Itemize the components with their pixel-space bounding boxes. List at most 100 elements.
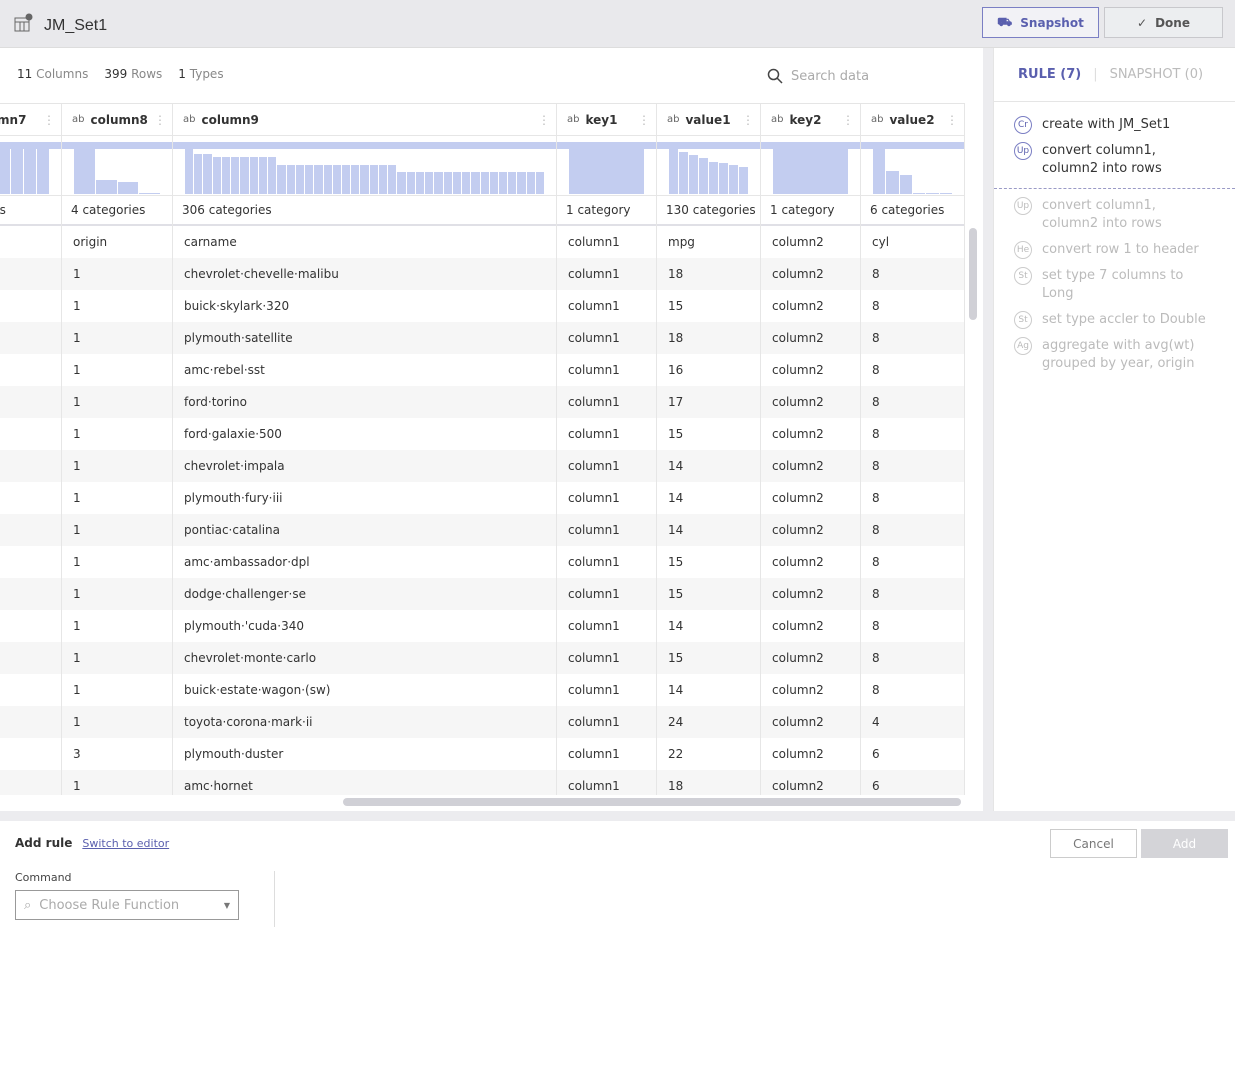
table-cell[interactable]: [0, 706, 61, 738]
column-menu-icon[interactable]: ⋮: [538, 113, 550, 127]
histogram-bar[interactable]: [305, 164, 314, 194]
command-select[interactable]: ⌕ Choose Rule Function ▼: [15, 890, 239, 920]
table-cell[interactable]: column2: [761, 450, 860, 482]
table-cell[interactable]: 3: [62, 738, 172, 770]
vertical-scrollbar[interactable]: [969, 228, 977, 320]
table-cell[interactable]: 15: [657, 418, 760, 450]
histogram-bar[interactable]: [360, 164, 369, 194]
switch-to-editor-link[interactable]: Switch to editor: [82, 837, 169, 850]
histogram-bar[interactable]: [221, 157, 231, 194]
search-input[interactable]: Search data: [767, 68, 869, 84]
table-cell[interactable]: 14: [657, 674, 760, 706]
histogram-bar[interactable]: [912, 192, 926, 194]
table-cell[interactable]: column1: [557, 258, 656, 290]
table-cell[interactable]: 14: [657, 610, 760, 642]
rule-item[interactable]: St set type 7 columns to Long: [994, 267, 1235, 303]
table-cell[interactable]: cyl: [861, 226, 964, 258]
table-cell[interactable]: amc·ambassador·dpl: [173, 546, 556, 578]
table-cell[interactable]: column2: [761, 578, 860, 610]
table-cell[interactable]: 15: [657, 578, 760, 610]
table-cell[interactable]: [0, 610, 61, 642]
column-header[interactable]: ab column8 ⋮: [62, 104, 172, 136]
table-cell[interactable]: column1: [557, 610, 656, 642]
panel-resizer[interactable]: [983, 48, 993, 811]
table-cell[interactable]: 22: [657, 738, 760, 770]
table-cell[interactable]: 8: [861, 482, 964, 514]
histogram-bar[interactable]: [939, 192, 952, 194]
table-cell[interactable]: column1: [557, 738, 656, 770]
table-cell[interactable]: column1: [557, 770, 656, 795]
table-cell[interactable]: toyota·corona·mark·ii: [173, 706, 556, 738]
table-cell[interactable]: 8: [861, 514, 964, 546]
column-menu-icon[interactable]: ⋮: [842, 113, 854, 127]
histogram-bar[interactable]: [37, 148, 49, 194]
histogram-bar[interactable]: [74, 148, 95, 194]
histogram-bar[interactable]: [526, 171, 535, 194]
table-cell[interactable]: 1: [62, 642, 172, 674]
table-cell[interactable]: column1: [557, 514, 656, 546]
table-cell[interactable]: column2: [761, 706, 860, 738]
table-cell[interactable]: [0, 674, 61, 706]
histogram-bar[interactable]: [679, 151, 688, 194]
column-header[interactable]: ab key2 ⋮: [761, 104, 860, 136]
table-cell[interactable]: [0, 642, 61, 674]
table-cell[interactable]: 8: [861, 610, 964, 642]
table-cell[interactable]: mpg: [657, 226, 760, 258]
histogram-bar[interactable]: [24, 148, 36, 194]
cancel-button[interactable]: Cancel: [1050, 829, 1137, 858]
table-cell[interactable]: [0, 418, 61, 450]
histogram-bar[interactable]: [535, 171, 545, 194]
table-cell[interactable]: 18: [657, 770, 760, 795]
column-menu-icon[interactable]: ⋮: [43, 113, 55, 127]
table-cell[interactable]: column2: [761, 674, 860, 706]
table-cell[interactable]: 1: [62, 706, 172, 738]
histogram-bar[interactable]: [139, 193, 160, 194]
histogram-bar[interactable]: [709, 161, 718, 194]
rule-item[interactable]: He convert row 1 to header: [994, 241, 1235, 259]
histogram-bar[interactable]: [699, 158, 708, 194]
table-cell[interactable]: 1: [62, 482, 172, 514]
table-cell[interactable]: column2: [761, 322, 860, 354]
table-cell[interactable]: pontiac·catalina: [173, 514, 556, 546]
table-cell[interactable]: column2: [761, 482, 860, 514]
table-cell[interactable]: [0, 578, 61, 610]
histogram-bar[interactable]: [388, 164, 397, 194]
table-cell[interactable]: buick·estate·wagon·(sw): [173, 674, 556, 706]
histogram-bar[interactable]: [341, 164, 351, 194]
histogram-bar[interactable]: [249, 157, 258, 194]
snapshot-button[interactable]: ⛟ Snapshot: [982, 7, 1099, 38]
table-cell[interactable]: 1: [62, 450, 172, 482]
table-cell[interactable]: plymouth·duster: [173, 738, 556, 770]
rule-item[interactable]: Up convert column1, column2 into rows: [994, 142, 1235, 178]
histogram-bar[interactable]: [434, 171, 443, 194]
histogram-bar[interactable]: [443, 171, 452, 194]
histogram-bar[interactable]: [873, 148, 886, 194]
table-cell[interactable]: 1: [62, 322, 172, 354]
table-cell[interactable]: 6: [861, 738, 964, 770]
table-cell[interactable]: amc·rebel·sst: [173, 354, 556, 386]
table-cell[interactable]: [0, 290, 61, 322]
histogram-bar[interactable]: [452, 171, 462, 194]
column-header[interactable]: ab column9 ⋮: [173, 104, 556, 136]
column-header[interactable]: abumn7⋮: [0, 104, 61, 136]
table-cell[interactable]: column2: [761, 770, 860, 795]
table-cell[interactable]: column2: [761, 514, 860, 546]
table-cell[interactable]: column2: [761, 418, 860, 450]
table-cell[interactable]: 1: [62, 770, 172, 795]
table-cell[interactable]: 15: [657, 290, 760, 322]
table-cell[interactable]: 8: [861, 354, 964, 386]
histogram-bar[interactable]: [689, 155, 698, 194]
histogram-bar[interactable]: [471, 171, 480, 194]
table-cell[interactable]: buick·skylark·320: [173, 290, 556, 322]
table-cell[interactable]: column2: [761, 738, 860, 770]
table-cell[interactable]: 1: [62, 418, 172, 450]
table-cell[interactable]: column2: [761, 354, 860, 386]
column-menu-icon[interactable]: ⋮: [154, 113, 166, 127]
column-header[interactable]: ab value2 ⋮: [861, 104, 964, 136]
table-cell[interactable]: [0, 770, 61, 795]
table-cell[interactable]: 14: [657, 482, 760, 514]
histogram-bar[interactable]: [773, 148, 848, 194]
table-cell[interactable]: [0, 354, 61, 386]
table-cell[interactable]: column1: [557, 706, 656, 738]
table-cell[interactable]: 1: [62, 546, 172, 578]
